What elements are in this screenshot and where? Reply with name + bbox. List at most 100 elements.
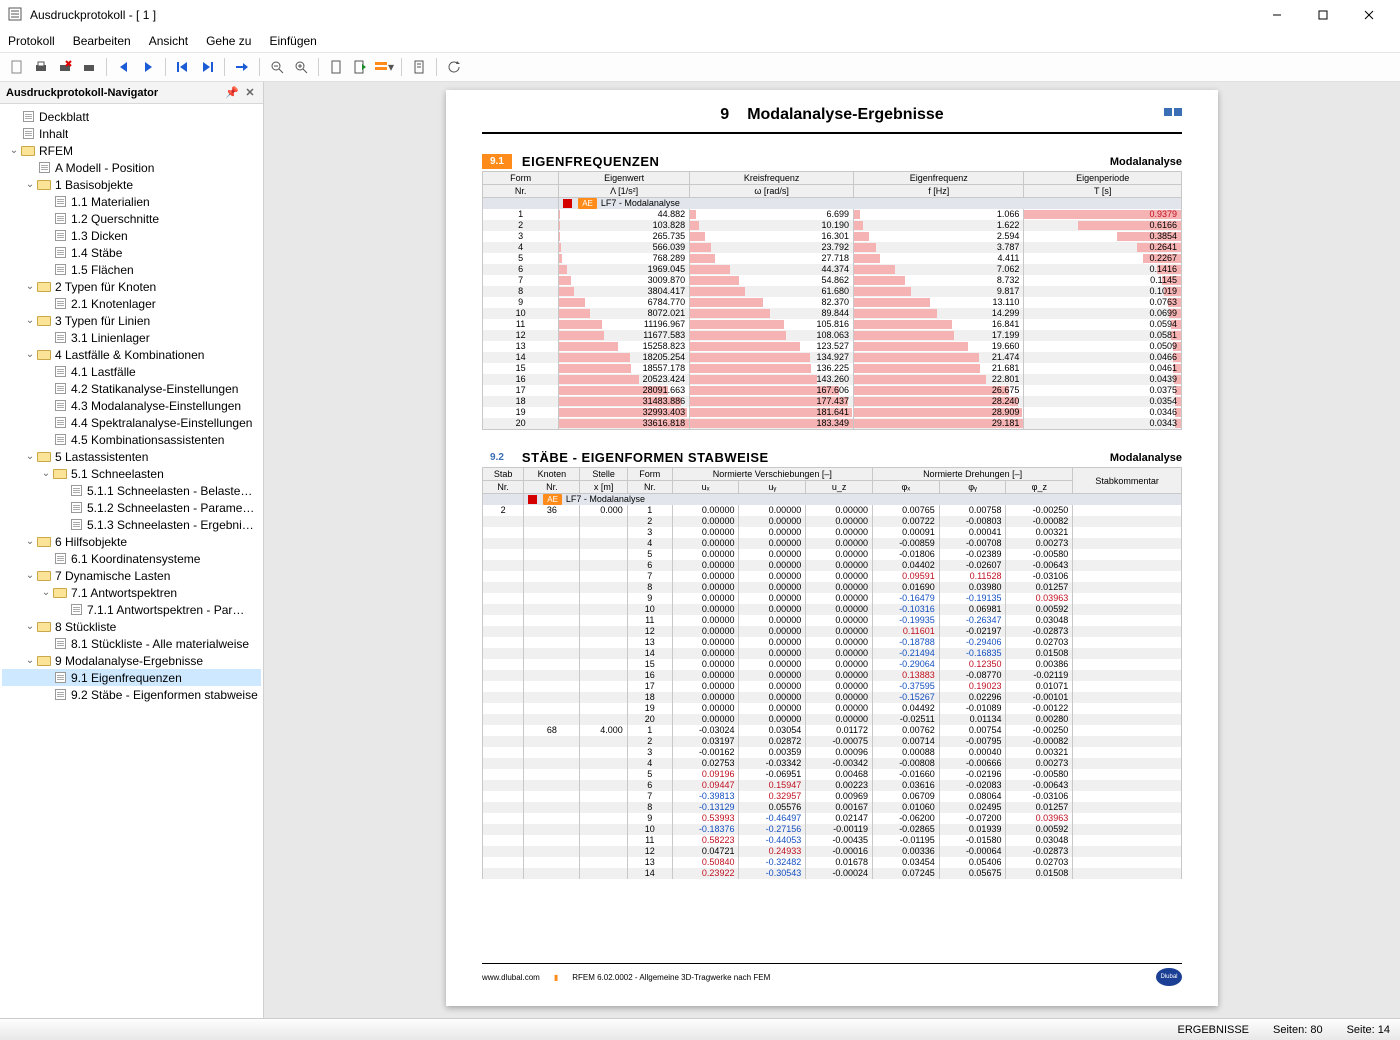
menu-item[interactable]: Protokoll (8, 34, 55, 48)
refresh-icon[interactable] (443, 56, 465, 78)
expand-icon[interactable]: ⌄ (40, 468, 52, 479)
tree-item-label: 4.3 Modalanalyse-Einstellungen (71, 399, 241, 413)
table-row: 8-0.131290.055760.001670.010600.024950.0… (483, 802, 1182, 813)
tree-item[interactable]: 4.2 Statikanalyse-Einstellungen (2, 380, 261, 397)
folder-icon (36, 281, 52, 293)
table-row: 96784.77082.37013.1100.0763 (483, 297, 1182, 308)
tree-item[interactable]: Inhalt (2, 125, 261, 142)
file-icon (52, 434, 68, 446)
navigator-tree[interactable]: DeckblattInhalt⌄RFEMA Modell - Position⌄… (0, 104, 263, 1018)
tree-item-label: 1.1 Materialien (71, 195, 150, 209)
menu-item[interactable]: Einfügen (269, 34, 316, 48)
tree-item[interactable]: ⌄3 Typen für Linien (2, 312, 261, 329)
section-number: 9.2 (482, 450, 512, 465)
expand-icon[interactable]: ⌄ (24, 281, 36, 292)
print-v-icon[interactable] (78, 56, 100, 78)
expand-icon[interactable]: ⌄ (8, 145, 20, 156)
tree-item[interactable]: 4.5 Kombinationsassistenten (2, 431, 261, 448)
col-eigenvalue: Eigenwert (559, 172, 690, 185)
tree-item[interactable]: 8.1 Stückliste - Alle materialweise (2, 635, 261, 652)
tree-item[interactable]: ⌄4 Lastfälle & Kombinationen (2, 346, 261, 363)
file-icon (68, 502, 84, 514)
expand-icon[interactable]: ⌄ (24, 451, 36, 462)
tree-item[interactable]: 4.1 Lastfälle (2, 363, 261, 380)
tree-item[interactable]: ⌄6 Hilfsobjekte (2, 533, 261, 550)
tree-item[interactable]: 1.3 Dicken (2, 227, 261, 244)
navigator-close-icon[interactable]: ✕ (243, 86, 257, 99)
goto-icon[interactable] (231, 56, 253, 78)
tree-item[interactable]: A Modell - Position (2, 159, 261, 176)
app-icon (8, 7, 24, 23)
page-scroll[interactable]: 9 Modalanalyse-Ergebnisse 9.1 EIGENFREQU… (264, 82, 1400, 1018)
tree-item[interactable]: ⌄2 Typen für Knoten (2, 278, 261, 295)
maximize-button[interactable] (1300, 0, 1346, 30)
table-row: 60.094470.159470.002230.03616-0.02083-0.… (483, 780, 1182, 791)
expand-icon[interactable]: ⌄ (24, 315, 36, 326)
folder-icon (20, 145, 36, 157)
table-row: 140.23922-0.30543-0.000240.072450.056750… (483, 868, 1182, 879)
expand-icon[interactable]: ⌄ (24, 621, 36, 632)
tree-item[interactable]: ⌄RFEM (2, 142, 261, 159)
tree-item[interactable]: 4.3 Modalanalyse-Einstellungen (2, 397, 261, 414)
minimize-button[interactable] (1254, 0, 1300, 30)
last-icon[interactable] (196, 56, 218, 78)
page-icon[interactable] (325, 56, 347, 78)
zoom-out-icon[interactable] (266, 56, 288, 78)
tree-item[interactable]: 1.5 Flächen (2, 261, 261, 278)
first-icon[interactable] (172, 56, 194, 78)
tree-item[interactable]: 7.1.1 Antwortspektren - Par… (2, 601, 261, 618)
tree-item[interactable]: 9.2 Stäbe - Eigenformen stabweise (2, 686, 261, 703)
doc-icon[interactable] (408, 56, 430, 78)
toolbar: ▾ (0, 53, 1400, 82)
zoom-in-icon[interactable] (290, 56, 312, 78)
tree-item[interactable]: ⌄7 Dynamische Lasten (2, 567, 261, 584)
table-row: 20.031970.02872-0.000750.00714-0.00795-0… (483, 736, 1182, 747)
expand-icon[interactable]: ⌄ (24, 655, 36, 666)
tree-item[interactable]: 4.4 Spektralanalyse-Einstellungen (2, 414, 261, 431)
menu-item[interactable]: Bearbeiten (73, 34, 131, 48)
tree-item[interactable]: 2.1 Knotenlager (2, 295, 261, 312)
tree-item[interactable]: ⌄ 9 Modalanalyse-Ergebnisse (2, 652, 261, 669)
print-icon[interactable] (30, 56, 52, 78)
menu-item[interactable]: Ansicht (149, 34, 188, 48)
export-icon[interactable] (349, 56, 371, 78)
expand-icon[interactable]: ⌄ (24, 536, 36, 547)
tree-item[interactable]: 5.1.3 Schneelasten - Ergebni… (2, 516, 261, 533)
tree-item[interactable]: 1.4 Stäbe (2, 244, 261, 261)
tree-item[interactable]: 9.1 Eigenfrequenzen (2, 669, 261, 686)
navigator-pin-icon[interactable]: 📌 (225, 86, 239, 99)
new-icon[interactable] (6, 56, 28, 78)
tree-item[interactable]: ⌄ 5 Lastassistenten (2, 448, 261, 465)
menu-item[interactable]: Gehe zu (206, 34, 251, 48)
tree-item[interactable]: Deckblatt (2, 108, 261, 125)
prev-icon[interactable] (113, 56, 135, 78)
next-icon[interactable] (137, 56, 159, 78)
tree-item[interactable]: 1.1 Materialien (2, 193, 261, 210)
expand-icon[interactable]: ⌄ (40, 587, 52, 598)
tree-item[interactable]: ⌄8 Stückliste (2, 618, 261, 635)
tree-item-label: Deckblatt (39, 110, 89, 124)
window-title: Ausdruckprotokoll - [ 1 ] (30, 8, 156, 22)
close-button[interactable] (1346, 0, 1392, 30)
tree-item[interactable]: ⌄7.1 Antwortspektren (2, 584, 261, 601)
expand-icon[interactable]: ⌄ (24, 179, 36, 190)
menu-bar: Protokoll Bearbeiten Ansicht Gehe zu Einfüge… (0, 30, 1400, 53)
tree-item[interactable]: ⌄5.1 Schneelasten (2, 465, 261, 482)
section-row-91: 9.1 EIGENFREQUENZEN Modalanalyse (482, 134, 1182, 169)
tree-item-label: 4.2 Statikanalyse-Einstellungen (71, 382, 238, 396)
page-footer: www.dlubal.com ▮ RFEM 6.02.0002 - Allgem… (482, 963, 1182, 986)
tree-item-label: A Modell - Position (55, 161, 154, 175)
tree-item[interactable]: 3.1 Linienlager (2, 329, 261, 346)
tree-item[interactable]: 5.1.1 Schneelasten - Belaste… (2, 482, 261, 499)
tree-item-label: 5 Lastassistenten (55, 450, 148, 464)
tree-item-label: 9 Modalanalyse-Ergebnisse (55, 654, 203, 668)
tree-item[interactable]: 6.1 Koordinatensysteme (2, 550, 261, 567)
tree-item[interactable]: ⌄1 Basisobjekte (2, 176, 261, 193)
expand-icon[interactable]: ⌄ (24, 570, 36, 581)
print-x-icon[interactable] (54, 56, 76, 78)
tree-item[interactable]: 5.1.2 Schneelasten - Parame… (2, 499, 261, 516)
expand-icon[interactable]: ⌄ (24, 349, 36, 360)
settings-icon[interactable]: ▾ (373, 56, 395, 78)
table-row: 1315258.823123.52719.6600.0509 (483, 341, 1182, 352)
tree-item[interactable]: 1.2 Querschnitte (2, 210, 261, 227)
